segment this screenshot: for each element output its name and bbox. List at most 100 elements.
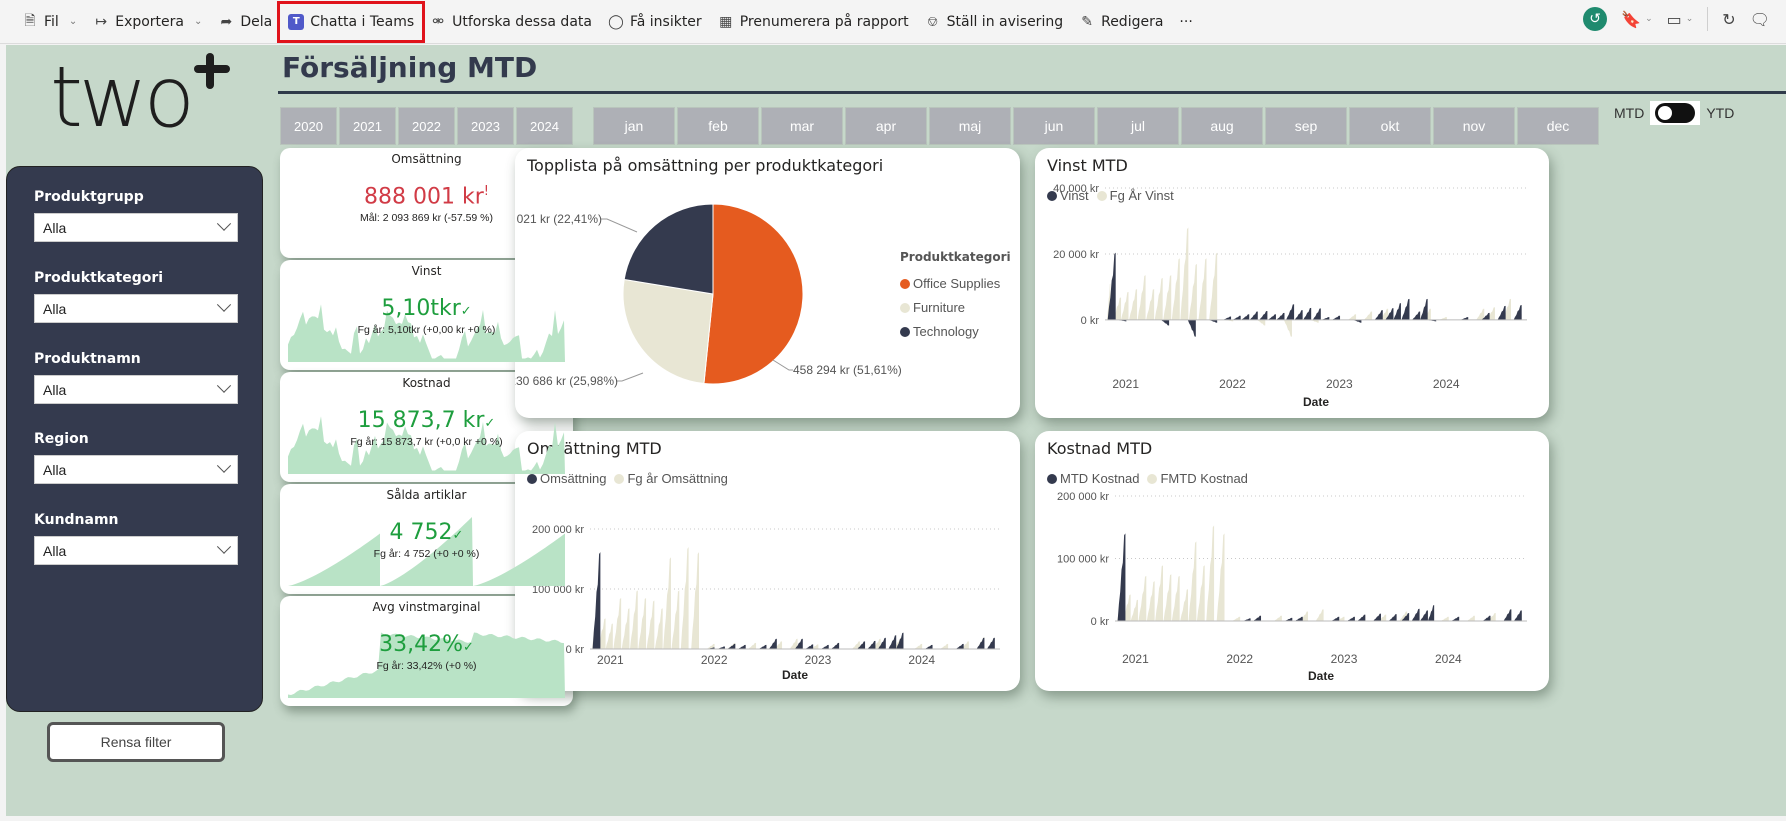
view-button[interactable]: ▭ ⌄ [1667,10,1694,29]
chevron-down-icon: ⌄ [1685,14,1694,24]
title-divider [278,91,1786,94]
check-icon: ✓ [452,528,464,543]
file-icon: 🗎 [24,12,36,29]
filter-label: Produktgrupp [34,189,144,205]
month-button[interactable]: apr [845,107,927,145]
dropdown-value: Alla [43,219,67,236]
dropdown-value: Alla [43,381,67,398]
binoculars-icon: ⚮ [432,13,444,30]
month-button[interactable]: nov [1433,107,1515,145]
chat-in-teams-button[interactable]: T Chatta i Teams [277,0,426,43]
month-button[interactable]: sep [1265,107,1347,145]
produktnamn-dropdown[interactable]: Alla [34,375,238,404]
x-axis-title: Date [1303,395,1329,409]
month-button[interactable]: maj [929,107,1011,145]
comment-icon[interactable]: 🗨 [1750,10,1770,29]
year-button[interactable]: 2023 [457,107,514,145]
kpi-title: Avg vinstmarginal [372,600,481,614]
prev-year-area [592,547,999,649]
y-tick-label: 40 000 kr [1053,183,1099,195]
y-tick-label: 200 000 kr [1057,491,1109,503]
clear-filters-button[interactable]: Rensa filter [47,722,225,762]
kpi-title: Kostnad [402,376,451,390]
chevron-down-icon: ⌄ [1645,14,1653,24]
kpi-card-kostnad[interactable]: Kostnad 15 873,7 kr✓ Fg år: 15 873,7 kr … [280,372,573,482]
legend-label: Technology [913,324,979,339]
refresh-icon[interactable]: ↻ [1722,10,1735,29]
month-button[interactable]: jul [1097,107,1179,145]
kpi-card-vinst[interactable]: Vinst 5,10tkr✓ Fg år: 5,10tkr (+0,00 kr … [280,260,573,370]
month-button[interactable]: feb [677,107,759,145]
share-button[interactable]: ➦ Dela [210,7,280,37]
region-dropdown[interactable]: Alla [34,455,238,484]
kostnad-mtd-card[interactable]: Kostnad MTD MTD Kostnad FMTD Kostnad 0 k… [1035,431,1549,691]
filter-label: Kundnamn [34,512,119,528]
kpi-card-salda-artiklar[interactable]: Sålda artiklar 4 752✓ Fg år: 4 752 (+0 +… [280,484,573,594]
month-button[interactable]: dec [1517,107,1599,145]
lightbulb-icon: ◯ [608,13,624,30]
kundnamn-dropdown[interactable]: Alla [34,536,238,565]
file-menu-button[interactable]: 🗎 Fil ⌄ [14,7,85,37]
export-menu-button[interactable]: ↦ Exportera ⌄ [85,7,210,37]
y-tick-label: 0 kr [1091,616,1110,628]
mtd-ytd-toggle[interactable] [1655,103,1696,123]
report-canvas: two Försäljning MTD 2020 2021 2022 2023 … [6,45,1786,816]
logo-plus-icon [194,53,230,89]
produktkategori-dropdown[interactable]: Alla [34,294,238,323]
set-alert-button[interactable]: ⎊ Ställ in avisering [917,7,1071,37]
kpi-card-avg-vinstmarginal[interactable]: Avg vinstmarginal 33,42%✓ Fg år: 33,42% … [280,596,573,706]
edit-label: Redigera [1101,13,1164,30]
x-tick-label: 2024 [1433,377,1460,391]
bookmark-button[interactable]: 🔖 ⌄ [1621,10,1652,29]
x-tick-label: 2023 [1326,377,1353,391]
year-button[interactable]: 2024 [516,107,573,145]
toggle-knob [1658,106,1673,120]
month-button[interactable]: mar [761,107,843,145]
y-tick-label: 0 kr [1081,315,1100,327]
vinst-mtd-card[interactable]: Vinst MTD Vinst Fg År Vinst 0 kr 20 000 k… [1035,148,1549,418]
omsattning-mtd-card[interactable]: Omsättning MTD Omsättning Fg år Omsättni… [515,431,1020,691]
produktgrupp-dropdown[interactable]: Alla [34,213,238,242]
chevron-down-icon [216,297,232,312]
chevron-down-icon: ⌄ [194,16,203,27]
x-axis-title: Date [782,668,808,682]
toolbar-divider [1707,7,1709,31]
explore-data-label: Utforska dessa data [452,13,592,30]
subscribe-button[interactable]: ▦ Prenumerera på rapport [710,7,917,37]
month-button[interactable]: okt [1349,107,1431,145]
legend-label: Office Supplies [913,276,1001,291]
check-icon: ✓ [484,416,496,431]
month-button[interactable]: aug [1181,107,1263,145]
x-tick-label: 2021 [597,653,624,667]
year-button[interactable]: 2022 [398,107,455,145]
reset-icon[interactable]: ↺ [1583,7,1608,31]
export-icon: ↦ [95,13,108,30]
warning-icon: ! [483,184,489,199]
x-tick-label: 2022 [701,653,728,667]
get-insights-label: Få insikter [629,13,702,30]
legend-item[interactable]: Technology [900,320,1000,344]
filter-produktnamn: Produktnamn Alla [34,351,238,404]
pie-leader-line [601,218,638,233]
month-button[interactable]: jun [1013,107,1095,145]
month-button[interactable]: jan [593,107,675,145]
x-tick-label: 2022 [1219,377,1246,391]
year-button[interactable]: 2021 [339,107,396,145]
pie-chart-card[interactable]: Topplista på omsättning per produktkateg… [515,148,1020,418]
explore-data-button[interactable]: ⚮ Utforska dessa data [422,7,600,37]
x-tick-label: 2024 [908,653,935,667]
year-button[interactable]: 2020 [280,107,337,145]
legend-item[interactable]: Furniture [900,296,1000,320]
subscribe-label: Prenumerera på rapport [739,13,909,30]
legend-item[interactable]: Office Supplies [900,272,1000,296]
edit-button[interactable]: ✎ Redigera [1071,7,1171,37]
kpi-subtitle: Fg år: 33,42% (+0 %) [376,660,477,672]
company-logo: two [50,48,195,146]
toggle-right-label: YTD [1706,105,1735,121]
filter-panel: Produktgrupp Alla Produktkategori Alla P… [6,166,263,762]
chevron-down-icon [216,539,232,554]
legend-label: Furniture [913,300,966,315]
get-insights-button[interactable]: ◯ Få insikter [600,7,710,37]
more-options-button[interactable]: ··· [1171,7,1200,37]
toolbar-right-group: ↺ 🔖 ⌄ ▭ ⌄ ↻ 🗨 [1583,7,1770,31]
